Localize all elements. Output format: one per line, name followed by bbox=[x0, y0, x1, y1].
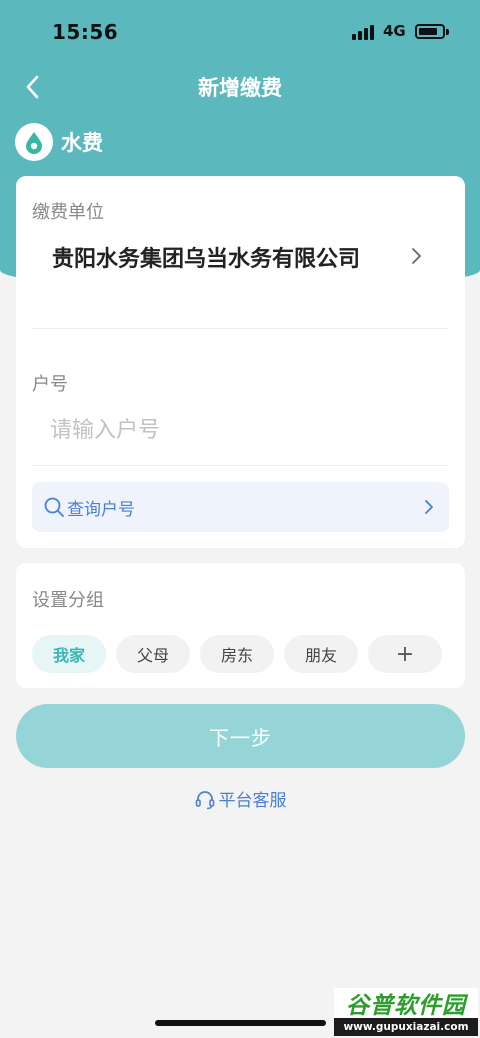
divider bbox=[32, 465, 449, 466]
service-type: 水费 bbox=[15, 122, 103, 162]
page-title: 新增缴费 bbox=[198, 76, 282, 100]
watermark-title: 谷普软件园 bbox=[334, 988, 478, 1019]
network-type: 4G bbox=[383, 22, 406, 40]
battery-icon bbox=[415, 24, 445, 39]
account-label: 户号 bbox=[32, 374, 68, 395]
customer-service-label: 平台客服 bbox=[218, 791, 287, 811]
nav-bar: 新增缴费 bbox=[0, 62, 480, 112]
search-icon bbox=[44, 497, 64, 517]
watermark-logo: 谷普软件园 www.gupuxiazai.com bbox=[334, 988, 478, 1036]
status-bar: 15:56 4G bbox=[0, 0, 480, 62]
water-drop-icon bbox=[15, 123, 53, 161]
query-account-button[interactable]: 查询户号 bbox=[32, 482, 449, 532]
unit-value[interactable]: 贵阳水务集团乌当水务有限公司 bbox=[52, 242, 402, 278]
watermark-url: www.gupuxiazai.com bbox=[334, 1018, 478, 1036]
home-indicator bbox=[155, 1020, 326, 1026]
customer-service-link[interactable]: 平台客服 bbox=[0, 786, 480, 811]
group-chip-friends[interactable]: 朋友 bbox=[284, 635, 358, 673]
group-card: 设置分组 我家 父母 房东 朋友 + bbox=[16, 563, 465, 688]
group-label: 设置分组 bbox=[32, 590, 104, 611]
divider bbox=[32, 328, 449, 329]
signal-icon bbox=[352, 24, 378, 40]
chevron-right-icon bbox=[425, 500, 433, 514]
group-chip-landlord[interactable]: 房东 bbox=[200, 635, 274, 673]
headset-icon bbox=[195, 790, 214, 809]
next-step-button[interactable]: 下一步 bbox=[16, 704, 465, 768]
payment-info-card: 缴费单位 贵阳水务集团乌当水务有限公司 户号 查询户号 bbox=[16, 176, 465, 548]
query-account-label: 查询户号 bbox=[67, 500, 135, 520]
account-input[interactable] bbox=[50, 412, 430, 448]
add-group-button[interactable]: + bbox=[368, 635, 442, 673]
unit-label: 缴费单位 bbox=[32, 202, 104, 223]
group-chip-list: 我家 父母 房东 朋友 + bbox=[32, 635, 442, 673]
group-chip-parents[interactable]: 父母 bbox=[116, 635, 190, 673]
service-name: 水费 bbox=[61, 131, 103, 155]
group-chip-family[interactable]: 我家 bbox=[32, 635, 106, 673]
battery-tip bbox=[446, 29, 449, 35]
status-time: 15:56 bbox=[52, 20, 119, 44]
chevron-right-icon[interactable] bbox=[409, 246, 425, 266]
